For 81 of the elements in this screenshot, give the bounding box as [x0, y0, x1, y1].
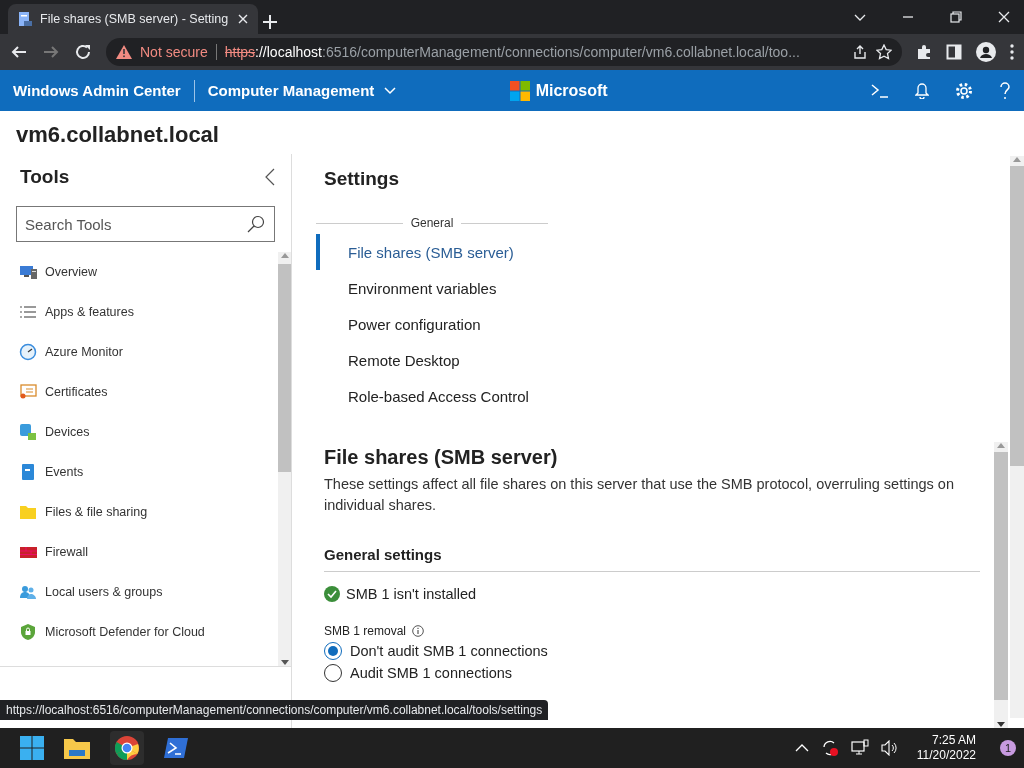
scroll-down-icon[interactable] — [280, 660, 289, 666]
users-icon — [19, 583, 37, 601]
devices-icon — [19, 423, 37, 441]
radio-label[interactable]: Audit SMB 1 connections — [350, 665, 512, 681]
reload-icon[interactable] — [74, 43, 92, 61]
settings-nav-item[interactable]: Power configuration — [316, 306, 481, 342]
section-description: These settings affect all file shares on this server that use the SMB protocol, overruling settings on individual shares. — [324, 475, 955, 515]
search-icon — [247, 215, 265, 233]
tool-item[interactable]: Devices — [0, 412, 278, 452]
tool-menu[interactable]: Computer Management — [207, 82, 397, 99]
subheading: General settings — [324, 516, 980, 572]
scrollbar-thumb[interactable] — [1010, 166, 1024, 466]
windows-start-icon[interactable] — [20, 736, 44, 760]
app-name[interactable]: Windows Admin Center — [13, 82, 181, 99]
settings-nav-item[interactable]: Role-based Access Control — [316, 378, 529, 414]
scrollbar-thumb[interactable] — [278, 264, 291, 472]
shield-icon — [19, 623, 37, 641]
network-icon[interactable] — [850, 739, 869, 757]
warning-icon — [116, 45, 132, 59]
settings-title: Settings — [323, 167, 400, 190]
server-page-icon — [18, 11, 32, 27]
scrollbar-thumb[interactable] — [994, 452, 1008, 700]
close-icon[interactable] — [998, 11, 1010, 23]
field-label: SMB 1 removal — [324, 624, 407, 638]
restore-icon[interactable] — [950, 11, 962, 23]
more-icon[interactable] — [1010, 44, 1014, 60]
chevron-up-icon[interactable] — [794, 743, 809, 753]
tool-item[interactable]: Azure Monitor — [0, 332, 278, 372]
server-name: vm6.collabnet.local — [15, 121, 220, 149]
group-label: General — [410, 216, 454, 230]
status-text: SMB 1 isn't installed — [346, 586, 477, 602]
terminal-icon[interactable] — [871, 83, 889, 98]
clock[interactable]: 7:25 AM 11/20/2022 — [916, 733, 976, 763]
tool-item[interactable]: Files & file sharing — [0, 492, 278, 532]
share-icon[interactable] — [852, 44, 868, 60]
profile-icon[interactable] — [976, 42, 996, 62]
collapse-icon[interactable] — [265, 168, 275, 186]
check-circle-icon — [324, 586, 340, 602]
folder-icon — [19, 503, 37, 521]
tools-title: Tools — [20, 166, 70, 188]
tool-item[interactable]: Firewall — [0, 532, 278, 572]
browser-tab[interactable]: File shares (SMB server) - Setting — [8, 4, 258, 34]
powershell-icon[interactable] — [164, 737, 188, 759]
list-icon — [19, 303, 37, 321]
settings-nav-item[interactable]: Remote Desktop — [316, 342, 460, 378]
side-panel-icon[interactable] — [946, 44, 962, 60]
tool-item[interactable]: Apps & features — [0, 292, 278, 332]
tool-item[interactable]: Overview — [0, 252, 278, 292]
tool-item[interactable]: Microsoft Defender for Cloud — [0, 612, 278, 652]
help-icon[interactable] — [999, 81, 1011, 100]
settings-icon[interactable] — [955, 81, 973, 100]
star-icon[interactable] — [876, 44, 892, 60]
tool-item[interactable]: Events — [0, 452, 278, 492]
settings-nav-item[interactable]: File shares (SMB server) — [316, 234, 514, 270]
tab-title: File shares (SMB server) - Setting — [40, 12, 230, 26]
status-url-tooltip: https://localhost:6516/computerManagement/connections/computer/vm6.collabnet.local/tools/settings — [0, 700, 549, 720]
monitor-icon — [19, 263, 37, 281]
volume-icon[interactable] — [880, 740, 899, 756]
tool-item[interactable]: Local users & groups — [0, 572, 278, 612]
gauge-icon — [19, 343, 37, 361]
search-field[interactable]: Search Tools — [16, 206, 275, 242]
settings-nav-item[interactable]: Environment variables — [316, 270, 497, 306]
brand-name: Microsoft — [535, 81, 608, 100]
close-icon[interactable] — [238, 14, 248, 24]
tool-item[interactable]: Certificates — [0, 372, 278, 412]
notification-badge[interactable]: 1 — [1000, 740, 1016, 756]
sync-icon[interactable] — [820, 739, 839, 757]
puzzle-icon[interactable] — [916, 44, 932, 60]
security-label: Not secure — [140, 44, 208, 60]
book-icon — [19, 463, 37, 481]
section-title: File shares (SMB server) — [324, 446, 559, 469]
chevron-down-icon — [384, 86, 397, 95]
certificate-icon — [19, 383, 37, 401]
radio-label[interactable]: Don't audit SMB 1 connections — [350, 643, 548, 659]
bell-icon[interactable] — [915, 82, 929, 99]
microsoft-logo-icon — [509, 80, 530, 101]
url-text: https://localhost:6516/computerManagement/connections/computer/vm6.collabnet.local/too... — [224, 44, 801, 60]
chrome-icon[interactable] — [115, 736, 139, 760]
folder-icon[interactable] — [64, 737, 90, 759]
info-icon[interactable] — [412, 625, 425, 637]
address-bar[interactable]: Not secure https://localhost:6516/computerManagement/connections/computer/vm6.collabnet.local/too... — [106, 38, 902, 66]
